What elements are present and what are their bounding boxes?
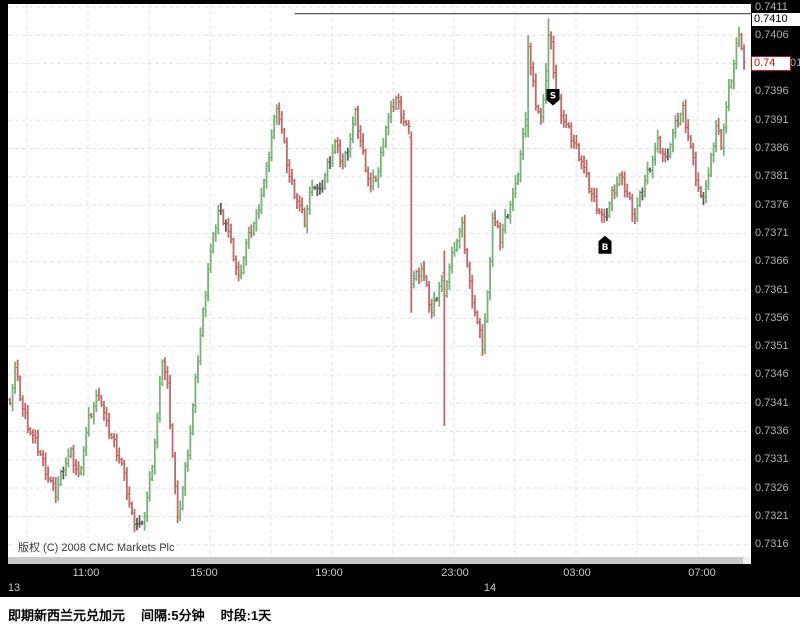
x-axis-time-label: 15:00 <box>190 567 218 579</box>
high-line-price-label: 0.7410 <box>751 12 800 28</box>
x-axis-time-label: 07:00 <box>688 567 716 579</box>
y-axis-label: 0.7361 <box>755 283 789 296</box>
x-axis-time-label: 19:00 <box>315 567 343 579</box>
svg-text:S: S <box>550 92 556 102</box>
gridlines <box>8 4 751 557</box>
y-axis-label: 0.7331 <box>755 453 789 466</box>
horizontal-scrollbar[interactable] <box>8 557 751 564</box>
current-price-label-tail: 01 <box>790 57 800 70</box>
y-axis-label: 0.7391 <box>755 113 789 126</box>
svg-text:B: B <box>602 243 609 253</box>
instrument-name: 即期新西兰元兑加元 <box>8 608 126 623</box>
x-axis-time-label: 11:00 <box>72 567 100 579</box>
status-bar: 即期新西兰元兑加元 间隔:5分钟 时段:1天 <box>0 597 800 625</box>
x-axis-time-label: 03:00 <box>563 567 591 579</box>
interval-label: 间隔:5分钟 <box>141 608 205 623</box>
y-axis-label: 0.7376 <box>755 198 789 211</box>
chart-window: SB 版权 (C) 2008 CMC Markets Plc 0.7411 0.7… <box>0 0 800 625</box>
y-axis-label: 0.7386 <box>755 142 789 154</box>
x-axis-day-label: 13 <box>7 582 21 594</box>
y-axis-label: 0.7336 <box>755 425 789 437</box>
y-axis-label: 0.7321 <box>755 509 789 522</box>
y-axis-label: 0.7356 <box>755 311 789 324</box>
candlestick-chart[interactable]: SB <box>8 4 751 557</box>
price-chart-plot[interactable]: SB 版权 (C) 2008 CMC Markets Plc <box>8 4 751 557</box>
y-axis-label: 0.7326 <box>755 481 789 494</box>
y-axis-label: 0.7406 <box>755 28 789 41</box>
y-axis-label: 0.7366 <box>755 255 789 268</box>
x-axis-time-label: 23:00 <box>441 567 469 579</box>
buy-trade-marker[interactable]: B <box>598 235 612 254</box>
y-axis-label: 0.7351 <box>755 340 789 353</box>
copyright-text: 版权 (C) 2008 CMC Markets Plc <box>18 542 175 554</box>
y-axis-label: 0.7381 <box>755 170 789 183</box>
y-axis-label: 0.7371 <box>755 226 789 239</box>
current-price-box: 0.74 <box>751 56 791 72</box>
current-price-label: 0.74 <box>754 57 776 70</box>
candlestick-series[interactable] <box>8 18 747 533</box>
y-axis-label: 0.7346 <box>755 368 789 381</box>
y-axis-label: 0.7396 <box>755 85 789 98</box>
y-axis-label: 0.7411 <box>755 0 788 13</box>
period-label: 时段:1天 <box>220 608 272 623</box>
sell-trade-marker[interactable]: S <box>546 89 560 106</box>
chart-frame: SB 版权 (C) 2008 CMC Markets Plc 0.7411 0.7… <box>0 0 800 597</box>
y-axis-label: 0.7316 <box>755 538 789 551</box>
x-axis-day-label: 14 <box>483 582 497 594</box>
y-axis-label: 0.7341 <box>755 396 789 409</box>
scrollbar-end-cap <box>743 557 751 564</box>
